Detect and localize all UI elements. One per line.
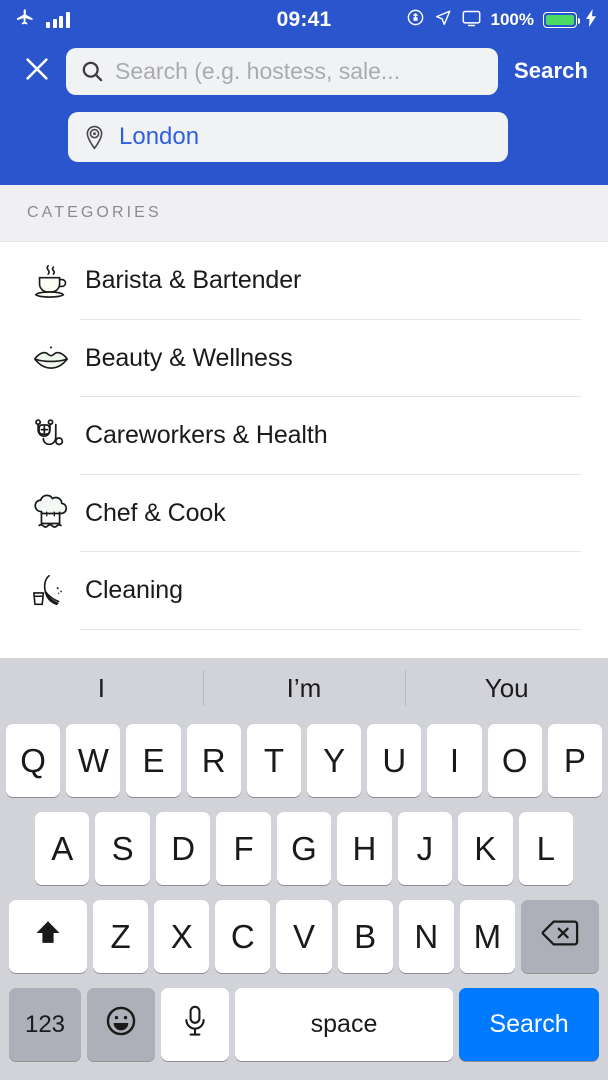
rotation-lock-icon [406, 8, 425, 32]
battery-percent-label: 100% [490, 10, 534, 29]
search-bar-row: Search [0, 40, 608, 102]
search-field[interactable] [66, 47, 499, 95]
key-k[interactable]: K [458, 812, 513, 885]
dictation-key[interactable] [161, 988, 229, 1061]
status-bar-left [14, 8, 70, 33]
location-value: London [119, 123, 200, 150]
key-a[interactable]: A [35, 812, 90, 885]
key-e[interactable]: E [126, 724, 181, 797]
smiley-face-icon [104, 1004, 138, 1046]
location-arrow-icon [434, 9, 452, 32]
category-row-careworkers-health[interactable]: Careworkers & Health [0, 397, 608, 475]
search-icon [80, 59, 105, 84]
lightning-bolt-icon [586, 8, 596, 32]
prediction-option[interactable]: You [405, 658, 608, 718]
return-search-key[interactable]: Search [459, 988, 599, 1061]
key-v[interactable]: V [276, 900, 332, 973]
key-t[interactable]: T [246, 724, 301, 797]
backspace-key[interactable] [520, 900, 599, 973]
signal-bars-icon [46, 12, 70, 28]
key-d[interactable]: D [155, 812, 211, 885]
key-r[interactable]: R [186, 724, 241, 797]
category-label: Barista & Bartender [85, 266, 302, 295]
chef-hat-icon [22, 492, 80, 534]
key-i[interactable]: I [427, 724, 482, 797]
category-row-beauty-wellness[interactable]: Beauty & Wellness [0, 320, 608, 398]
key-j[interactable]: J [397, 812, 453, 885]
location-pin-icon [82, 124, 107, 151]
keyboard-row-4: 123 space Search [3, 988, 605, 1061]
location-field[interactable]: London [68, 112, 508, 162]
key-m[interactable]: M [459, 900, 515, 973]
category-row-chef-cook[interactable]: Chef & Cook [0, 475, 608, 553]
predictive-text-bar: I I’m You [0, 658, 608, 718]
emoji-key[interactable] [87, 988, 155, 1061]
keyboard-row-2: A S D F G H J K L [3, 812, 605, 885]
key-f[interactable]: F [216, 812, 271, 885]
search-submit-button[interactable]: Search [504, 58, 596, 84]
category-label: Cleaning [85, 576, 183, 605]
app-screen: 09:41 100% Search (e.g. hostess, sale...… [0, 0, 608, 1080]
status-bar: 09:41 100% [0, 0, 608, 40]
coffee-cup-icon [22, 260, 80, 302]
key-q[interactable]: Q [5, 724, 61, 797]
keyboard-row-3: Z X C V B N M [3, 900, 605, 973]
backspace-icon [541, 918, 579, 956]
category-label: Beauty & Wellness [85, 343, 293, 372]
close-button[interactable] [12, 46, 62, 96]
key-b[interactable]: B [337, 900, 393, 973]
key-n[interactable]: N [398, 900, 454, 973]
category-label: Careworkers & Health [85, 421, 328, 450]
space-key[interactable]: space [235, 988, 453, 1061]
search-input[interactable] [115, 57, 485, 85]
keyboard-row-1: Q W E R T Y U I O P [3, 724, 605, 797]
key-x[interactable]: X [154, 900, 210, 973]
category-label: Chef & Cook [85, 498, 226, 527]
key-o[interactable]: O [487, 724, 542, 797]
bucket-brush-icon [22, 570, 80, 612]
stethoscope-icon [22, 415, 80, 457]
category-row-cleaning[interactable]: Cleaning [0, 552, 608, 630]
key-p[interactable]: P [547, 724, 603, 797]
key-u[interactable]: U [367, 724, 422, 797]
lips-icon [22, 337, 80, 379]
microphone-icon [182, 1005, 208, 1045]
key-h[interactable]: H [337, 812, 392, 885]
close-icon [22, 54, 52, 89]
battery-icon [543, 12, 580, 28]
airplane-icon [14, 8, 36, 33]
keyboard-rows: Q W E R T Y U I O P A S D F G H J K L Z … [0, 718, 608, 1061]
screen-mirroring-icon [461, 9, 482, 32]
location-bar-row: London [0, 102, 608, 162]
prediction-option[interactable]: I [0, 658, 203, 718]
virtual-keyboard: I I’m You Q W E R T Y U I O P A S D F G … [0, 658, 608, 1080]
category-row-barista-bartender[interactable]: Barista & Bartender [0, 242, 608, 320]
key-c[interactable]: C [215, 900, 271, 973]
categories-list: Barista & Bartender Beauty & Wellness Ca… [0, 242, 608, 630]
categories-section-title: CATEGORIES [27, 204, 162, 221]
shift-key[interactable] [9, 900, 87, 973]
key-z[interactable]: Z [93, 900, 149, 973]
key-s[interactable]: S [95, 812, 150, 885]
shift-arrow-icon [32, 917, 64, 957]
categories-section-header: CATEGORIES [0, 185, 608, 242]
key-l[interactable]: L [518, 812, 573, 885]
numeric-key[interactable]: 123 [9, 988, 81, 1061]
header: 09:41 100% Search (e.g. hostess, sale...… [0, 0, 608, 185]
key-g[interactable]: G [276, 812, 332, 885]
status-bar-right: 100% [406, 0, 596, 40]
key-w[interactable]: W [66, 724, 121, 797]
prediction-option[interactable]: I’m [202, 658, 406, 718]
key-y[interactable]: Y [307, 724, 362, 797]
